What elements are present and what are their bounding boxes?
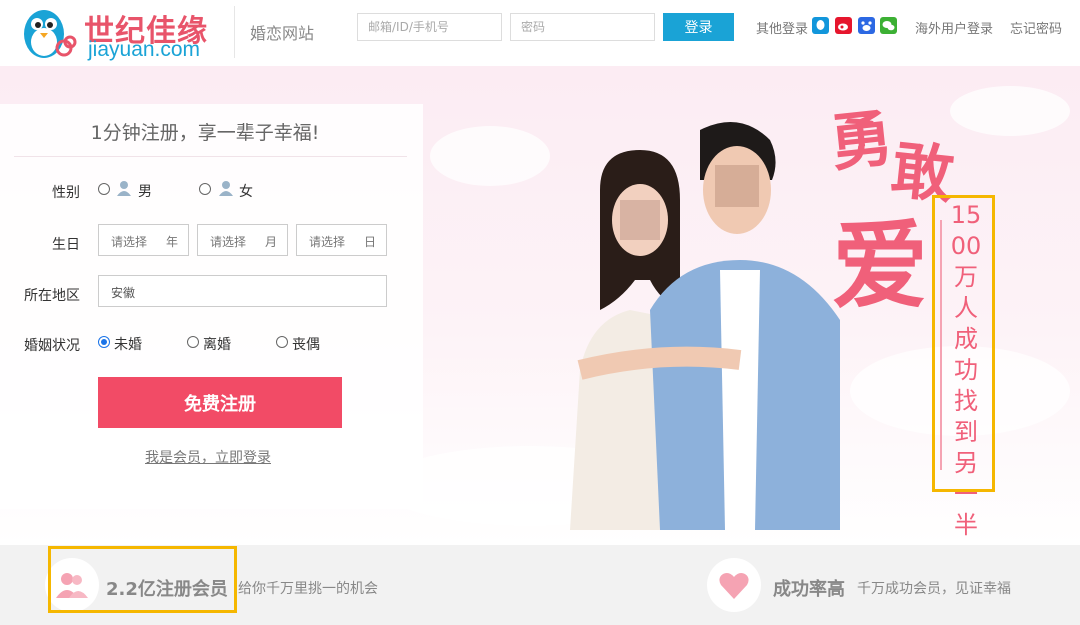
birth-month-unit: 月: [264, 235, 277, 249]
site-category-label: 婚恋网站: [250, 24, 315, 43]
marital-widowed-radio[interactable]: [276, 336, 288, 348]
marital-status-label: 婚姻状况: [24, 338, 80, 354]
registration-title: 1分钟注册，享一辈子幸福!: [90, 122, 320, 144]
male-icon: [117, 181, 131, 196]
gender-female-label[interactable]: 女: [239, 181, 253, 201]
region-value: 安徽: [111, 286, 136, 300]
members-highlight-box: [48, 546, 237, 613]
feature-success-title: 成功率高: [773, 579, 845, 600]
birth-year-placeholder: 请选择: [111, 235, 148, 249]
slogan-char-brave: 勇: [826, 100, 897, 181]
email-id-phone-input[interactable]: [357, 13, 502, 41]
baidu-icon[interactable]: [858, 17, 875, 34]
birth-month-placeholder: 请选择: [210, 235, 247, 249]
birth-day-select[interactable]: 请选择 日: [296, 224, 387, 256]
birth-day-placeholder: 请选择: [309, 235, 346, 249]
other-login-label: 其他登录: [756, 22, 809, 37]
weibo-icon[interactable]: [835, 17, 852, 34]
marital-single-radio[interactable]: [98, 336, 110, 348]
overseas-login-link[interactable]: 海外用户登录: [915, 18, 993, 37]
region-select[interactable]: 安徽: [98, 275, 387, 307]
site-logo[interactable]: 世纪佳缘 jiayuan.com: [18, 4, 218, 62]
bird-mascot-icon: [24, 10, 77, 58]
heart-icon: [719, 573, 749, 599]
gender-label: 性别: [52, 185, 80, 201]
birth-year-unit: 年: [165, 235, 178, 249]
birth-month-select[interactable]: 请选择 月: [197, 224, 288, 256]
petal-decoration: [430, 126, 550, 186]
feature-success-desc: 千万成功会员，见证幸福: [857, 581, 1011, 597]
free-register-button[interactable]: 免费注册: [98, 377, 342, 428]
title-divider: [14, 156, 407, 157]
qq-icon[interactable]: [812, 17, 829, 34]
wechat-icon[interactable]: [880, 17, 897, 34]
stat-highlight-box: [932, 195, 995, 492]
top-header: 世纪佳缘 jiayuan.com 婚恋网站 登录 其他登录 海外用户登录 忘记密…: [0, 0, 1080, 66]
marital-single-label[interactable]: 未婚: [114, 334, 142, 354]
gender-female-radio[interactable]: [199, 183, 211, 195]
slogan-char-love: 爱: [832, 209, 928, 322]
petal-decoration: [950, 86, 1070, 136]
forgot-password-link[interactable]: 忘记密码: [1010, 18, 1062, 37]
couple-photo: [570, 122, 840, 530]
member-login-link[interactable]: 我是会员，立即登录: [145, 447, 271, 467]
gender-male-label[interactable]: 男: [138, 181, 152, 201]
logo-english-text: jiayuan.com: [88, 38, 201, 61]
female-icon: [219, 181, 233, 196]
gender-male-radio[interactable]: [98, 183, 110, 195]
marital-divorced-radio[interactable]: [187, 336, 199, 348]
login-button[interactable]: 登录: [663, 13, 734, 41]
marital-widowed-label[interactable]: 丧偶: [292, 334, 320, 354]
password-input[interactable]: [510, 13, 655, 41]
birthday-label: 生日: [52, 237, 80, 253]
feature-members-desc: 给你千万里挑一的机会: [238, 581, 378, 597]
header-divider: [234, 6, 235, 58]
region-label: 所在地区: [24, 288, 80, 304]
birth-year-select[interactable]: 请选择 年: [98, 224, 189, 256]
birth-day-unit: 日: [363, 235, 376, 249]
marital-divorced-label[interactable]: 离婚: [203, 334, 231, 354]
